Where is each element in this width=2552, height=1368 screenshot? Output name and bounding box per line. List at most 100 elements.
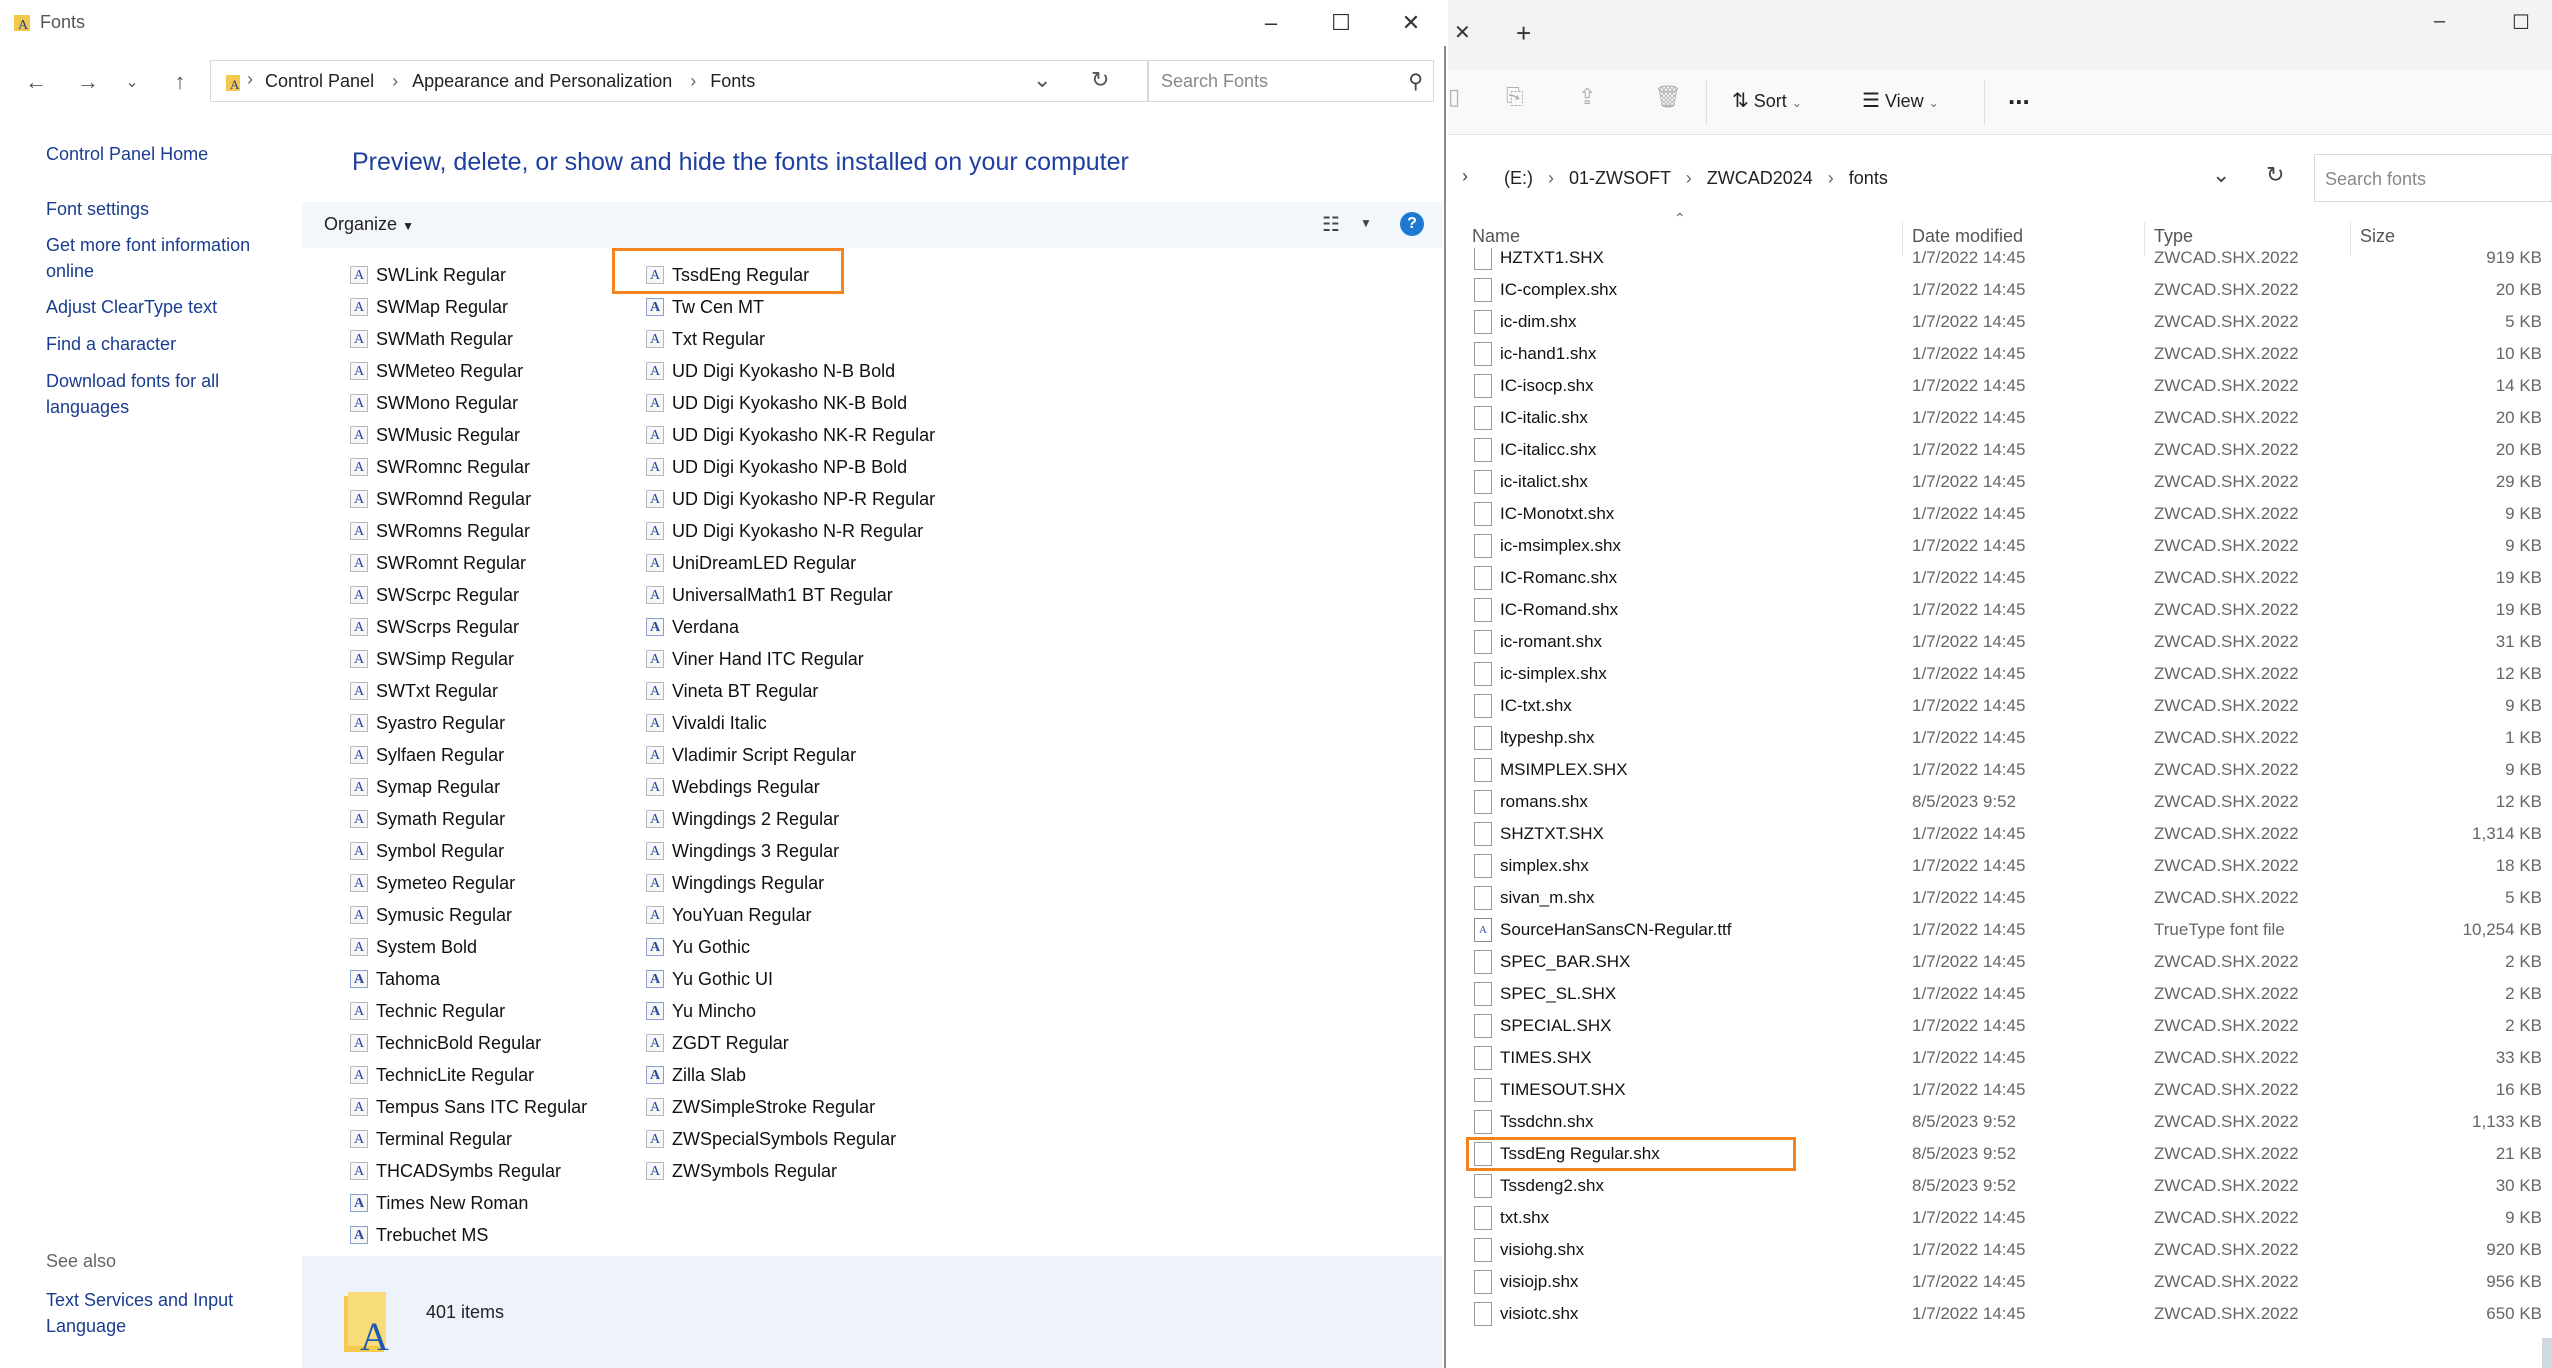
column-header-size[interactable]: Size bbox=[2360, 226, 2395, 247]
file-row[interactable]: IC-Romanc.shx 1/7/2022 14:45 ZWCAD.SHX.202… bbox=[1448, 562, 2552, 594]
font-item[interactable]: A SWMeteo Regular bbox=[350, 355, 523, 387]
file-row[interactable]: visiojp.shx 1/7/2022 14:45 ZWCAD.SHX.2022 9… bbox=[1448, 1266, 2552, 1298]
breadcrumb-control-panel[interactable]: Control Panel bbox=[265, 71, 374, 91]
font-item[interactable]: A System Bold bbox=[350, 931, 477, 963]
font-item[interactable]: A Yu Mincho bbox=[646, 995, 756, 1027]
font-item[interactable]: A Tempus Sans ITC Regular bbox=[350, 1091, 587, 1123]
font-item[interactable]: A Vivaldi Italic bbox=[646, 707, 767, 739]
font-item[interactable]: A Technic Regular bbox=[350, 995, 505, 1027]
font-item[interactable]: A UD Digi Kyokasho NP-B Bold bbox=[646, 451, 907, 483]
vertical-scrollbar[interactable] bbox=[2542, 1338, 2552, 1368]
nav-font-settings[interactable]: Font settings bbox=[46, 196, 266, 222]
font-item[interactable]: A UD Digi Kyokasho NK-B Bold bbox=[646, 387, 907, 419]
file-row[interactable]: HZTXT1.SHX 1/7/2022 14:45 ZWCAD.SHX.2022 91… bbox=[1448, 248, 2552, 274]
file-row[interactable]: ic-simplex.shx 1/7/2022 14:45 ZWCAD.SHX.20… bbox=[1448, 658, 2552, 690]
file-row[interactable]: IC-italic.shx 1/7/2022 14:45 ZWCAD.SHX.202… bbox=[1448, 402, 2552, 434]
font-item[interactable]: A Times New Roman bbox=[350, 1187, 528, 1219]
file-row[interactable]: ic-romant.shx 1/7/2022 14:45 ZWCAD.SHX.202… bbox=[1448, 626, 2552, 658]
font-item[interactable]: A SWMusic Regular bbox=[350, 419, 520, 451]
address-bar[interactable]: A › Control Panel › Appearance and Persona… bbox=[210, 60, 1148, 102]
delete-icon[interactable]: 🗑 bbox=[1654, 84, 1682, 110]
file-row[interactable]: romans.shx 8/5/2023 9:52 ZWCAD.SHX.2022 12 … bbox=[1448, 786, 2552, 818]
font-item[interactable]: A Yu Gothic UI bbox=[646, 963, 773, 995]
font-item[interactable]: A UD Digi Kyokasho NP-R Regular bbox=[646, 483, 935, 515]
font-item[interactable]: A Symeteo Regular bbox=[350, 867, 515, 899]
file-row[interactable]: A SourceHanSansCN-Regular.ttf 1/7/2022 14:… bbox=[1448, 914, 2552, 946]
maximize-button[interactable]: ☐ bbox=[1306, 4, 1376, 42]
font-item[interactable]: A Symusic Regular bbox=[350, 899, 512, 931]
font-item[interactable]: A Vladimir Script Regular bbox=[646, 739, 856, 771]
recent-chevron-icon[interactable]: ⌄ bbox=[112, 60, 152, 104]
font-item[interactable]: A Viner Hand ITC Regular bbox=[646, 643, 864, 675]
file-row[interactable]: SPECIAL.SHX 1/7/2022 14:45 ZWCAD.SHX.2022 2… bbox=[1448, 1010, 2552, 1042]
organize-button[interactable]: Organize ▼ bbox=[324, 214, 414, 235]
font-item[interactable]: A SWScrps Regular bbox=[350, 611, 519, 643]
view-button[interactable]: ☰ View ⌄ bbox=[1862, 88, 1939, 113]
sort-button[interactable]: ⇅ Sort ⌄ bbox=[1732, 88, 1802, 113]
file-row[interactable]: TIMESOUT.SHX 1/7/2022 14:45 ZWCAD.SHX.2022… bbox=[1448, 1074, 2552, 1106]
font-item[interactable]: A SWRomnt Regular bbox=[350, 547, 526, 579]
tab-close-icon[interactable]: ✕ bbox=[1454, 20, 1471, 45]
file-row[interactable]: ltypeshp.shx 1/7/2022 14:45 ZWCAD.SHX.2022… bbox=[1448, 722, 2552, 754]
file-row[interactable]: SPEC_BAR.SHX 1/7/2022 14:45 ZWCAD.SHX.2022… bbox=[1448, 946, 2552, 978]
minimize-button[interactable]: – bbox=[1236, 4, 1306, 42]
file-row[interactable]: ic-dim.shx 1/7/2022 14:45 ZWCAD.SHX.2022 5 … bbox=[1448, 306, 2552, 338]
view-dropdown-icon[interactable]: ▼ bbox=[1360, 216, 1372, 230]
font-item[interactable]: A Sylfaen Regular bbox=[350, 739, 504, 771]
font-item[interactable]: A Tahoma bbox=[350, 963, 440, 995]
font-item[interactable]: A SWLink Regular bbox=[350, 259, 506, 291]
font-item[interactable]: A TechnicLite Regular bbox=[350, 1059, 534, 1091]
address-dropdown-icon[interactable]: ⌄ bbox=[2212, 162, 2230, 188]
file-row[interactable]: sivan_m.shx 1/7/2022 14:45 ZWCAD.SHX.2022 5… bbox=[1448, 882, 2552, 914]
nav-font-information[interactable]: Get more font information online bbox=[46, 232, 276, 284]
file-row[interactable]: MSIMPLEX.SHX 1/7/2022 14:45 ZWCAD.SHX.2022… bbox=[1448, 754, 2552, 786]
file-row[interactable]: IC-txt.shx 1/7/2022 14:45 ZWCAD.SHX.2022 9 … bbox=[1448, 690, 2552, 722]
font-item[interactable]: A YouYuan Regular bbox=[646, 899, 811, 931]
font-item[interactable]: A Terminal Regular bbox=[350, 1123, 512, 1155]
font-item[interactable]: A SWSimp Regular bbox=[350, 643, 514, 675]
font-item[interactable]: A Symath Regular bbox=[350, 803, 505, 835]
font-item[interactable]: A SWRomns Regular bbox=[350, 515, 530, 547]
paste-icon[interactable]: ▯ bbox=[1448, 84, 1460, 110]
breadcrumb-zwcad2024[interactable]: ZWCAD2024 bbox=[1707, 168, 1813, 188]
file-row[interactable]: IC-Romand.shx 1/7/2022 14:45 ZWCAD.SHX.202… bbox=[1448, 594, 2552, 626]
more-options-button[interactable]: ... bbox=[2008, 80, 2030, 111]
rename-icon[interactable]: ⎘ bbox=[1506, 84, 1524, 110]
font-item[interactable]: A THCADSymbs Regular bbox=[350, 1155, 561, 1187]
file-row[interactable]: TIMES.SHX 1/7/2022 14:45 ZWCAD.SHX.2022 33 … bbox=[1448, 1042, 2552, 1074]
file-row[interactable]: txt.shx 1/7/2022 14:45 ZWCAD.SHX.2022 9 KB bbox=[1448, 1202, 2552, 1234]
file-row[interactable]: ic-msimplex.shx 1/7/2022 14:45 ZWCAD.SHX.2… bbox=[1448, 530, 2552, 562]
font-item[interactable]: A SWMath Regular bbox=[350, 323, 513, 355]
font-item[interactable]: A UniDreamLED Regular bbox=[646, 547, 856, 579]
font-item[interactable]: A Symap Regular bbox=[350, 771, 500, 803]
file-row[interactable]: SHZTXT.SHX 1/7/2022 14:45 ZWCAD.SHX.2022 1,… bbox=[1448, 818, 2552, 850]
address-dropdown-icon[interactable]: ⌄ bbox=[1033, 67, 1051, 93]
file-row[interactable]: Tssdchn.shx 8/5/2023 9:52 ZWCAD.SHX.2022 1,… bbox=[1448, 1106, 2552, 1138]
nav-text-services[interactable]: Text Services and Input Language bbox=[46, 1287, 256, 1339]
font-item[interactable]: A ZWSimpleStroke Regular bbox=[646, 1091, 875, 1123]
minimize-button[interactable]: – bbox=[2434, 10, 2445, 33]
file-row[interactable]: IC-isocp.shx 1/7/2022 14:45 ZWCAD.SHX.2022… bbox=[1448, 370, 2552, 402]
font-item[interactable]: A Yu Gothic bbox=[646, 931, 750, 963]
breadcrumb-fonts[interactable]: Fonts bbox=[710, 71, 755, 91]
font-item[interactable]: A SWScrpc Regular bbox=[350, 579, 519, 611]
font-item[interactable]: A Zilla Slab bbox=[646, 1059, 746, 1091]
column-header-name[interactable]: Name bbox=[1472, 226, 1520, 247]
font-item[interactable]: A Wingdings Regular bbox=[646, 867, 824, 899]
help-icon[interactable]: ? bbox=[1400, 212, 1424, 236]
file-row[interactable]: simplex.shx 1/7/2022 14:45 ZWCAD.SHX.2022 1… bbox=[1448, 850, 2552, 882]
file-row[interactable]: visiohg.shx 1/7/2022 14:45 ZWCAD.SHX.2022 9… bbox=[1448, 1234, 2552, 1266]
breadcrumb-fonts[interactable]: fonts bbox=[1849, 168, 1888, 188]
new-tab-icon[interactable]: + bbox=[1516, 18, 1531, 49]
file-row[interactable]: visiotc.shx 1/7/2022 14:45 ZWCAD.SHX.2022 6… bbox=[1448, 1298, 2552, 1330]
font-item[interactable]: A UD Digi Kyokasho N-R Regular bbox=[646, 515, 923, 547]
font-item[interactable]: A SWMono Regular bbox=[350, 387, 518, 419]
breadcrumb-zwsoft[interactable]: 01-ZWSOFT bbox=[1569, 168, 1671, 188]
search-fonts-box[interactable]: Search fonts bbox=[2314, 154, 2552, 202]
font-item[interactable]: A Syastro Regular bbox=[350, 707, 505, 739]
back-arrow-icon[interactable]: ← bbox=[16, 60, 56, 104]
up-arrow-icon[interactable]: ↑ bbox=[160, 60, 200, 104]
font-item[interactable]: A Verdana bbox=[646, 611, 739, 643]
nav-adjust-cleartype[interactable]: Adjust ClearType text bbox=[46, 294, 266, 320]
font-item[interactable]: A Tw Cen MT bbox=[646, 291, 764, 323]
